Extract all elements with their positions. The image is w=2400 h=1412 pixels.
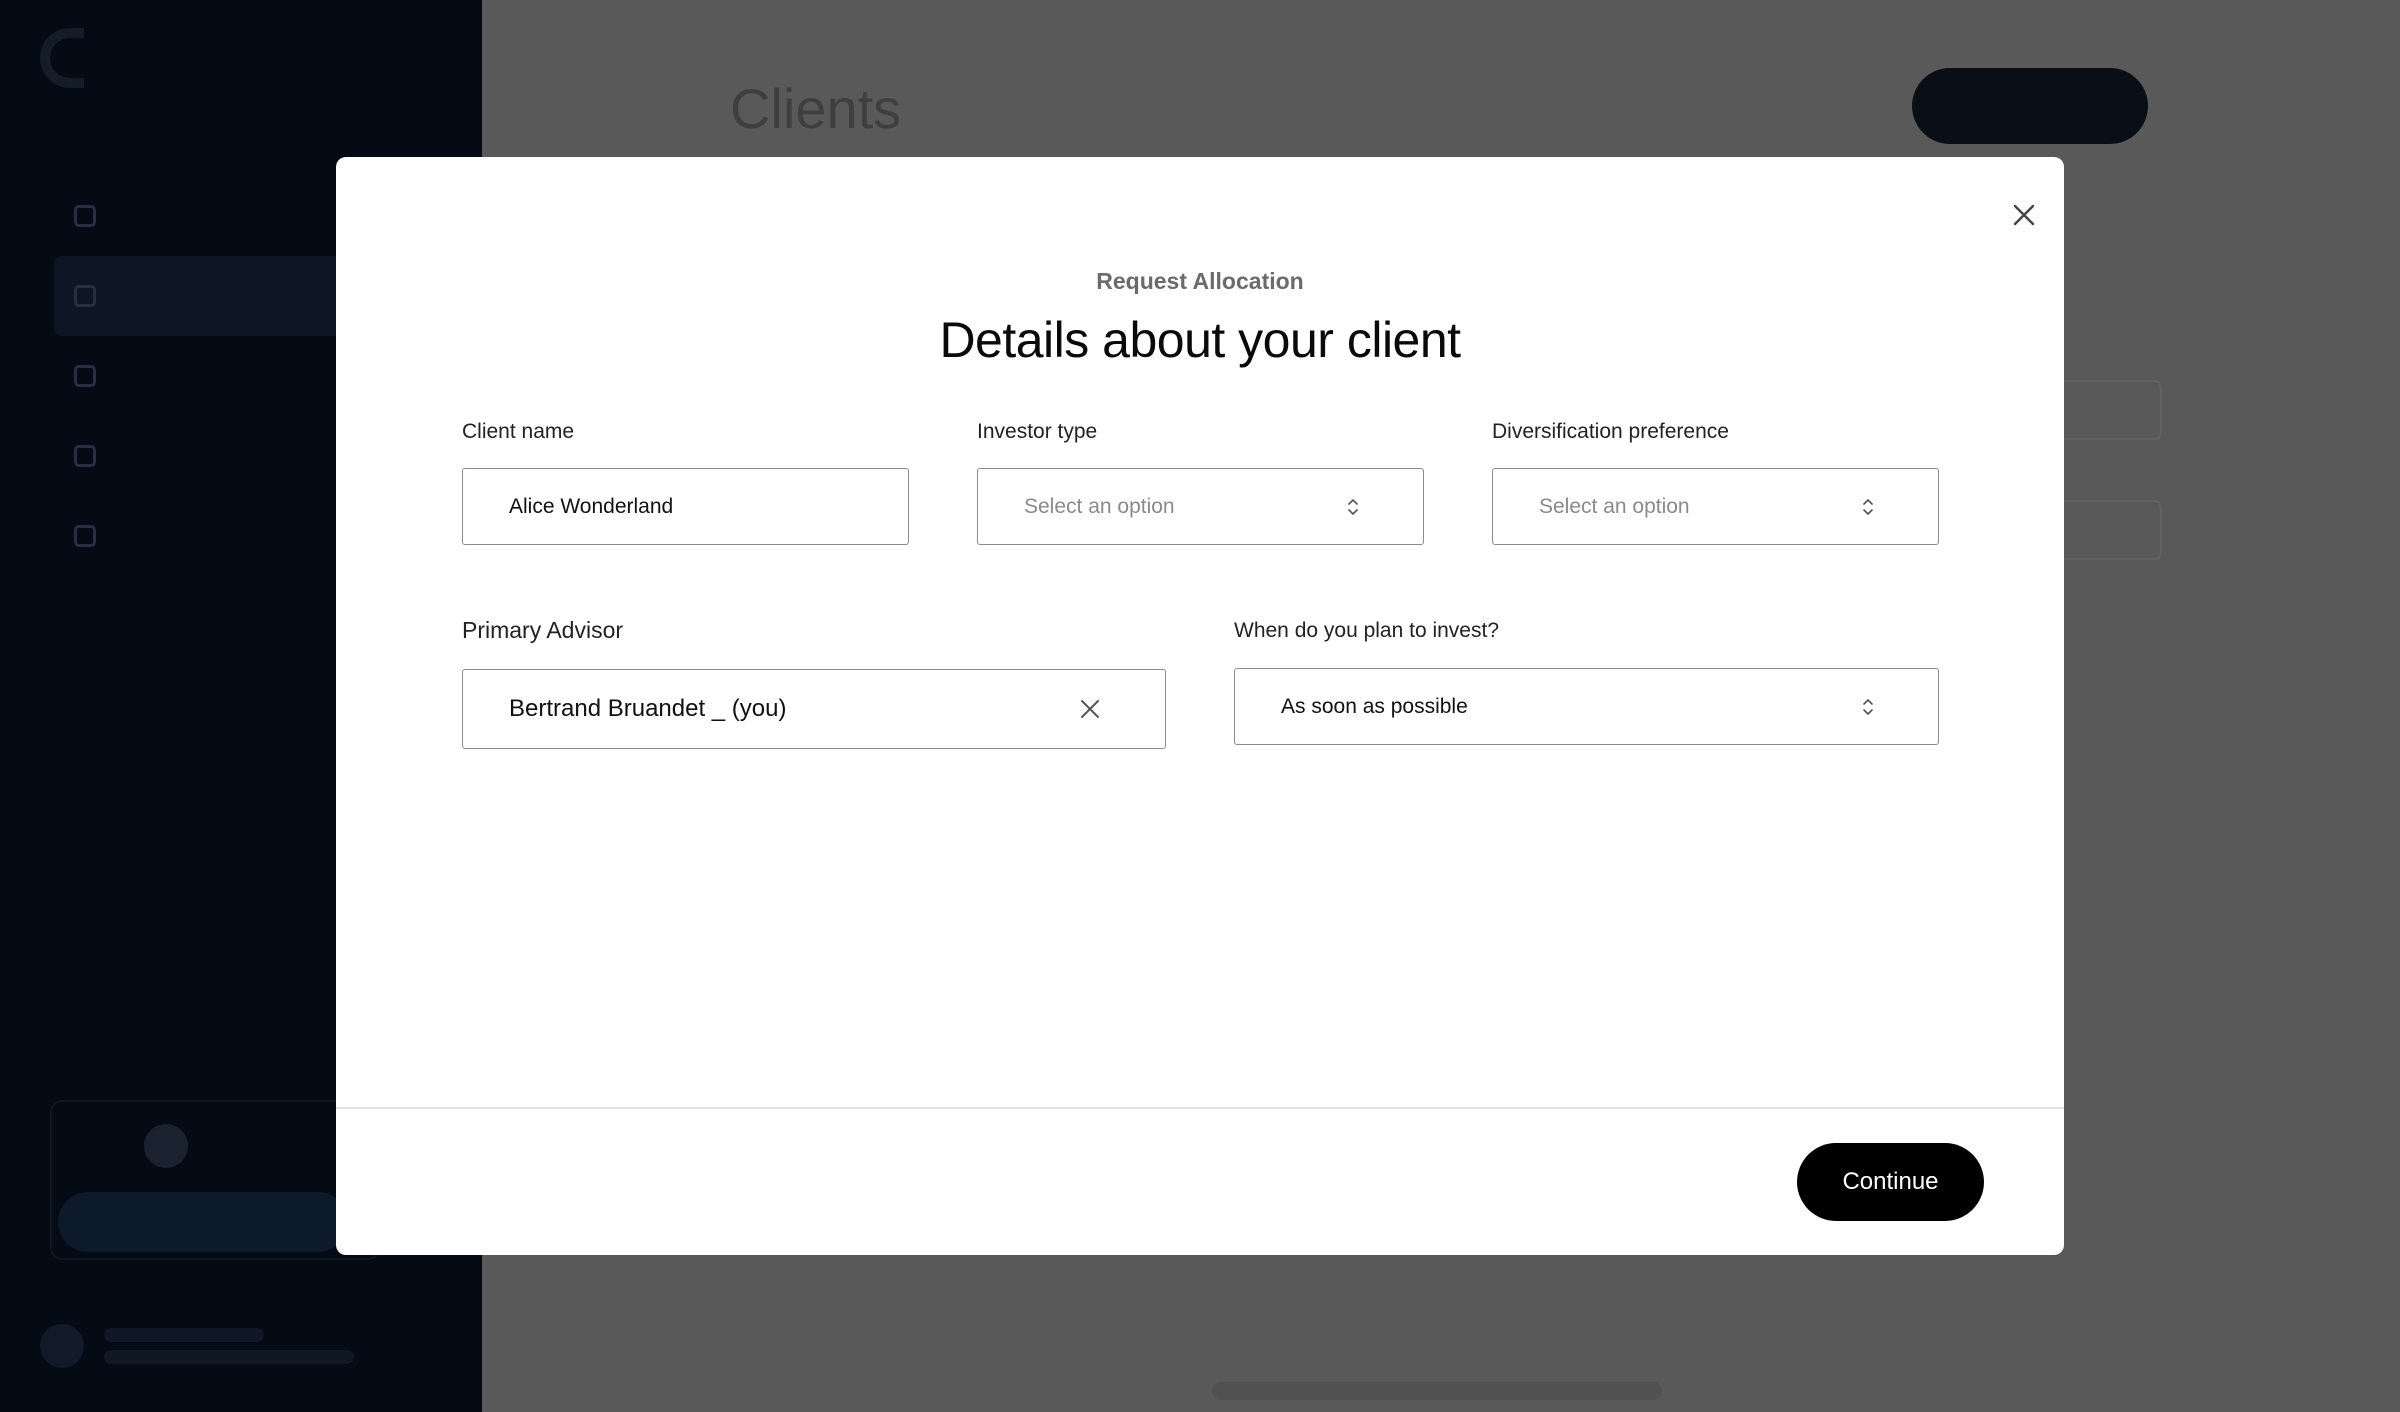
investor-type-label: Investor type [977,420,1098,443]
modal-title: Details about your client [939,312,1461,368]
new-client-button [1912,68,2148,144]
nav-icon [74,365,96,387]
continue-button[interactable]: Continue [1797,1143,1984,1221]
close-button[interactable] [2002,193,2046,237]
chevron-up-down-icon [1863,498,1873,515]
avatar [40,1324,84,1368]
request-allocation-modal: Request Allocation Details about your cl… [336,157,2064,1255]
modal-eyebrow: Request Allocation [1096,268,1304,294]
sidebar-nav [54,176,354,576]
primary-advisor-value: Bertrand Bruandet _ (you) [509,695,787,722]
chevron-up-down-icon [1348,498,1358,515]
sidebar-card-button [58,1192,348,1252]
logo-mark [40,28,84,88]
nav-icon [74,445,96,467]
invest-timing-select[interactable]: As soon as possible [1234,668,1939,745]
invest-timing-value: As soon as possible [1281,694,1468,718]
close-icon [2013,204,2035,226]
footer-text [1212,1382,1662,1400]
sidebar-item-active [54,256,354,336]
primary-advisor-label: Primary Advisor [462,617,624,643]
investor-type-placeholder: Select an option [1024,494,1175,518]
sidebar-item [54,336,354,416]
sidebar-user [40,1320,354,1372]
nav-icon [74,285,96,307]
sidebar-card-avatar [144,1124,188,1168]
client-name-label: Client name [462,420,575,443]
clear-icon[interactable] [1078,697,1102,721]
logo [40,28,84,88]
client-name-value: Alice Wonderland [509,494,674,518]
chevron-up-down-icon [1863,698,1873,715]
primary-advisor-input[interactable]: Bertrand Bruandet _ (you) [462,669,1166,749]
sidebar-item [54,416,354,496]
client-name-input[interactable]: Alice Wonderland [462,468,909,545]
page-title: Clients [730,77,902,140]
invest-timing-label: When do you plan to invest? [1234,619,1500,642]
nav-icon [74,525,96,547]
nav-icon [74,205,96,227]
sidebar-card [50,1100,380,1260]
footer-divider [336,1107,2064,1109]
sidebar-item [54,176,354,256]
sidebar-item [54,496,354,576]
diversification-label: Diversification preference [1492,420,1729,443]
diversification-select[interactable]: Select an option [1492,468,1939,545]
sidebar-user-info [104,1320,354,1372]
investor-type-select[interactable]: Select an option [977,468,1424,545]
diversification-placeholder: Select an option [1539,494,1690,518]
